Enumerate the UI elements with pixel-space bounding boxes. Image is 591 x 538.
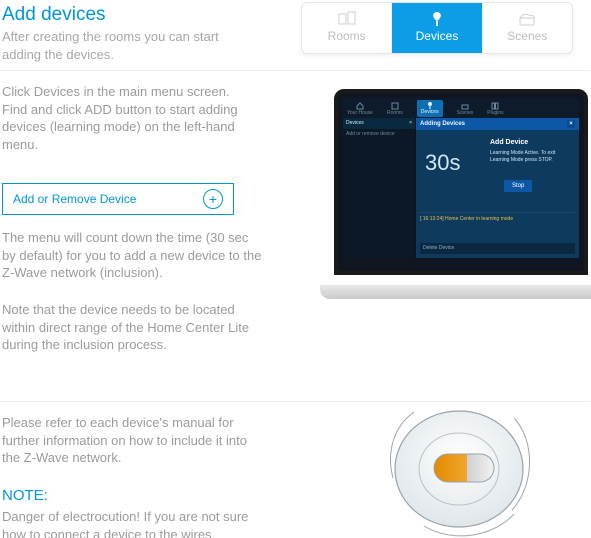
app-screenshot: Your House Rooms Devices Scenes Plugins … — [330, 89, 591, 289]
close-icon: × — [567, 120, 575, 128]
left-panel-item: Add or remove device — [343, 129, 415, 140]
nav-rooms: Rooms — [387, 102, 403, 117]
nav-devices: Devices — [417, 100, 443, 117]
log-line: [ 16:13:24] Home Center in learning mode — [420, 212, 575, 223]
stop-button[interactable]: Stop — [504, 180, 532, 192]
instruction-4: Please refer to each device's manual for… — [2, 414, 264, 467]
note-text: Danger of electrocution! If you are not … — [2, 508, 250, 538]
tab-label: Rooms — [328, 28, 366, 44]
nav-home: Your House — [347, 102, 373, 117]
laptop-base — [320, 285, 591, 299]
intro-text: After creating the rooms you can start a… — [2, 28, 252, 63]
tab-scenes[interactable]: Scenes — [483, 3, 572, 53]
page-title: Add devices — [2, 2, 106, 28]
devices-icon — [428, 11, 446, 27]
delete-device-row: Delete Device — [420, 243, 575, 254]
app-right-panel: Adding Devices × Add Device Learning Mode… — [416, 118, 579, 258]
app-left-panel: Devices × Add or remove device — [343, 118, 416, 258]
rooms-icon — [337, 11, 357, 27]
panel-subtitle: Learning Mode Active. To exit Learning M… — [490, 150, 575, 164]
instruction-1: Click Devices in the main menu screen. F… — [2, 83, 252, 153]
instruction-2: The menu will count down the time (30 se… — [2, 229, 264, 282]
section-bottom: Please refer to each device's manual for… — [0, 400, 590, 538]
nav-plugins: Plugins — [487, 102, 503, 117]
section-top: Click Devices in the main menu screen. F… — [0, 70, 590, 402]
tab-devices[interactable]: Devices — [392, 3, 481, 53]
tab-label: Scenes — [507, 28, 547, 44]
panel-header: Adding Devices — [420, 120, 465, 128]
countdown-value: 30s — [425, 148, 460, 178]
panel-title: Add Device — [490, 138, 528, 147]
scenes-icon — [517, 11, 537, 27]
add-remove-device-button[interactable]: Add or Remove Device + — [2, 183, 234, 215]
plus-icon: + — [203, 189, 223, 209]
button-label: Add or Remove Device — [13, 191, 136, 207]
instruction-3: Note that the device needs to be located… — [2, 301, 268, 354]
nav-scenes: Scenes — [457, 102, 474, 117]
main-tabs: Rooms Devices Scenes — [301, 2, 573, 54]
app-top-nav: Your House Rooms Devices Scenes Plugins — [343, 98, 579, 118]
device-illustration — [364, 394, 554, 538]
close-icon: × — [409, 120, 412, 127]
left-panel-title: Devices — [346, 120, 364, 127]
note-label: NOTE: — [2, 486, 48, 506]
tab-rooms[interactable]: Rooms — [302, 3, 391, 53]
tab-label: Devices — [416, 28, 459, 44]
